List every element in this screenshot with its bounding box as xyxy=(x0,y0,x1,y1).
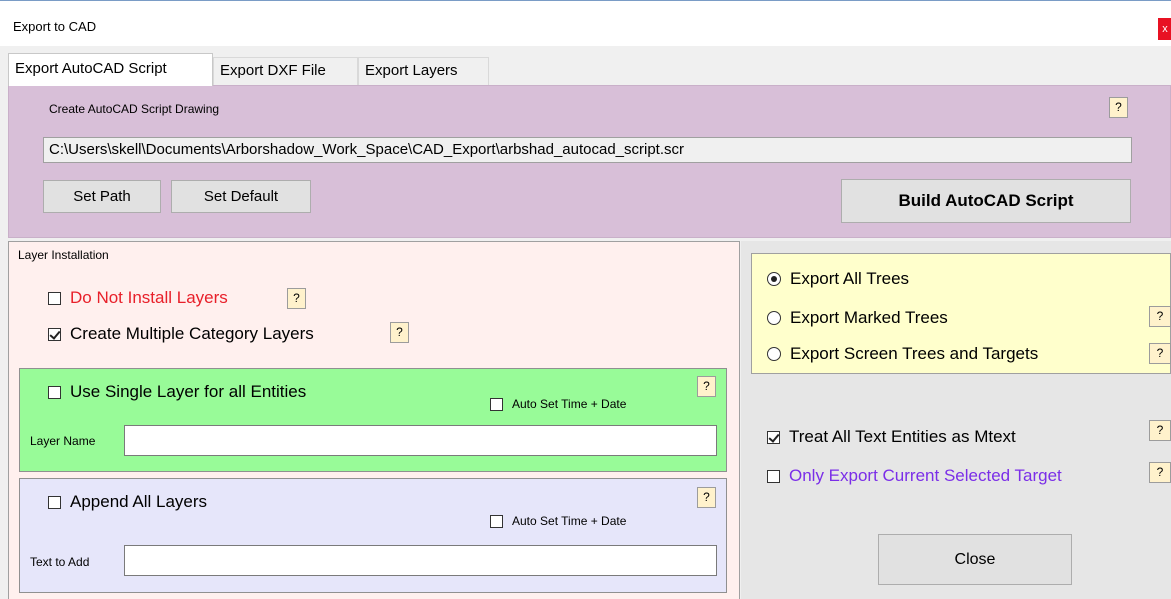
append-auto-set-option[interactable]: Auto Set Time + Date xyxy=(490,514,626,528)
export-all-trees-label: Export All Trees xyxy=(790,269,910,288)
do-not-install-label: Do Not Install Layers xyxy=(70,288,228,307)
set-default-button[interactable]: Set Default xyxy=(171,180,311,213)
do-not-install-layers-option[interactable]: Do Not Install Layers xyxy=(48,288,228,308)
append-auto-set-label: Auto Set Time + Date xyxy=(512,514,627,528)
only-export-current-target-option[interactable]: Only Export Current Selected Target xyxy=(767,466,1062,486)
current-target-help-button[interactable]: ? xyxy=(1149,462,1171,483)
window-close-button[interactable]: x xyxy=(1158,18,1171,40)
title-bar xyxy=(0,0,1171,46)
set-path-button[interactable]: Set Path xyxy=(43,180,161,213)
mtext-help-button[interactable]: ? xyxy=(1149,420,1171,441)
tab-export-dxf-file[interactable]: Export DXF File xyxy=(213,57,358,85)
append-layers-help-button[interactable]: ? xyxy=(697,487,716,508)
export-marked-trees-radio[interactable] xyxy=(767,311,781,325)
export-screen-trees-label: Export Screen Trees and Targets xyxy=(790,344,1039,363)
export-all-trees-radio[interactable] xyxy=(767,272,781,286)
text-to-add-label: Text to Add xyxy=(30,555,90,569)
do-not-install-checkbox[interactable] xyxy=(48,291,61,305)
export-marked-trees-option[interactable]: Export Marked Trees xyxy=(767,308,948,328)
layer-installation-heading: Layer Installation xyxy=(18,248,109,262)
multiple-category-checkbox[interactable] xyxy=(48,327,61,341)
use-single-layer-option[interactable]: Use Single Layer for all Entities xyxy=(48,382,306,402)
append-auto-set-checkbox[interactable] xyxy=(490,514,503,528)
single-layer-label: Use Single Layer for all Entities xyxy=(70,382,307,401)
window-title: Export to CAD xyxy=(13,19,97,34)
script-path-field[interactable]: C:\Users\skell\Documents\Arborshadow_Wor… xyxy=(43,137,1132,163)
append-layers-checkbox[interactable] xyxy=(48,495,61,509)
single-layer-help-button[interactable]: ? xyxy=(697,376,716,397)
export-all-trees-option[interactable]: Export All Trees xyxy=(767,269,909,289)
do-not-install-help-button[interactable]: ? xyxy=(287,288,306,309)
script-help-button[interactable]: ? xyxy=(1109,97,1128,118)
export-screen-trees-radio[interactable] xyxy=(767,347,781,361)
current-target-checkbox[interactable] xyxy=(767,469,780,483)
export-screen-trees-option[interactable]: Export Screen Trees and Targets xyxy=(767,344,1038,364)
multiple-category-label: Create Multiple Category Layers xyxy=(70,324,314,343)
build-autocad-script-button[interactable]: Build AutoCAD Script xyxy=(841,179,1131,223)
single-layer-checkbox[interactable] xyxy=(48,385,61,399)
mtext-checkbox[interactable] xyxy=(767,430,780,444)
close-button[interactable]: Close xyxy=(878,534,1072,585)
layer-name-input[interactable] xyxy=(124,425,717,456)
create-multiple-category-layers-option[interactable]: Create Multiple Category Layers xyxy=(48,324,314,344)
export-marked-trees-label: Export Marked Trees xyxy=(790,308,948,327)
layer-name-label: Layer Name xyxy=(30,434,96,448)
mtext-label: Treat All Text Entities as Mtext xyxy=(789,427,1016,446)
append-layers-label: Append All Layers xyxy=(70,492,208,511)
single-layer-auto-set-checkbox[interactable] xyxy=(490,397,503,411)
treat-text-as-mtext-option[interactable]: Treat All Text Entities as Mtext xyxy=(767,427,1016,447)
append-all-layers-option[interactable]: Append All Layers xyxy=(48,492,207,512)
screen-trees-help-button[interactable]: ? xyxy=(1149,343,1171,364)
text-to-add-input[interactable] xyxy=(124,545,717,576)
single-layer-auto-set-option[interactable]: Auto Set Time + Date xyxy=(490,397,626,411)
multiple-category-help-button[interactable]: ? xyxy=(390,322,409,343)
tab-export-layers[interactable]: Export Layers xyxy=(358,57,489,85)
marked-trees-help-button[interactable]: ? xyxy=(1149,306,1171,327)
tab-export-autocad-script[interactable]: Export AutoCAD Script xyxy=(8,53,213,86)
current-target-label: Only Export Current Selected Target xyxy=(789,466,1062,485)
single-layer-auto-set-label: Auto Set Time + Date xyxy=(512,397,627,411)
script-panel-heading: Create AutoCAD Script Drawing xyxy=(49,102,220,116)
